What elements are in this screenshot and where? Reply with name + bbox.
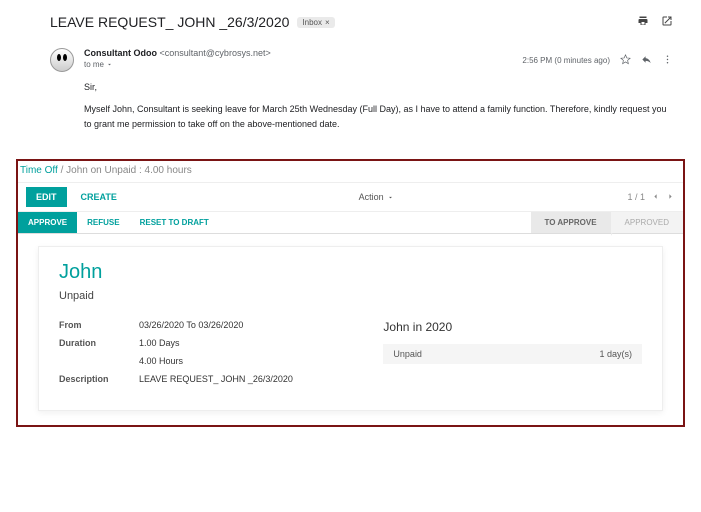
pager: 1 / 1: [627, 192, 675, 203]
reset-draft-button[interactable]: RESET TO DRAFT: [130, 212, 219, 233]
refuse-button[interactable]: REFUSE: [77, 212, 129, 233]
status-steps: TO APPROVE APPROVED: [531, 212, 683, 233]
message-header: Consultant Odoo <consultant@cybrosys.net…: [50, 48, 673, 72]
employee-name: John: [59, 261, 642, 284]
subject-line: LEAVE REQUEST_ JOHN _26/3/2020 Inbox ×: [50, 14, 335, 30]
field-duration: Duration 1.00 Days: [59, 338, 343, 348]
field-from: From 03/26/2020 To 03/26/2020: [59, 320, 343, 330]
status-to-approve[interactable]: TO APPROVE: [531, 212, 611, 233]
control-bar-left: EDIT CREATE: [26, 187, 125, 207]
summary-row: Unpaid 1 day(s): [383, 344, 642, 364]
pager-next-icon[interactable]: [666, 192, 675, 203]
status-approved[interactable]: APPROVED: [611, 212, 683, 233]
sender-name: Consultant Odoo: [84, 48, 157, 58]
from-value: 03/26/2020 To 03/26/2020: [139, 320, 243, 330]
pager-text: 1 / 1: [627, 192, 645, 202]
sender-address: <consultant@cybrosys.net>: [160, 48, 271, 58]
action-menu-label: Action: [359, 192, 384, 202]
chevron-down-icon: [387, 194, 394, 201]
breadcrumb-app[interactable]: Time Off: [20, 165, 58, 176]
recipient-line[interactable]: to me: [84, 60, 512, 69]
form-left-column: From 03/26/2020 To 03/26/2020 Duration 1…: [59, 320, 343, 392]
summary-title: John in 2020: [383, 320, 642, 334]
email-body-text: Myself John, Consultant is seeking leave…: [84, 102, 673, 131]
description-label: Description: [59, 374, 139, 384]
duration-hours: 4.00 Hours: [139, 356, 183, 366]
inbox-label-text: Inbox: [302, 18, 322, 27]
summary-days: 1 day(s): [599, 349, 632, 359]
form-grid: From 03/26/2020 To 03/26/2020 Duration 1…: [59, 320, 642, 392]
avatar[interactable]: [50, 48, 74, 72]
duration-hours-label: [59, 356, 139, 366]
duration-days: 1.00 Days: [139, 338, 180, 348]
edit-button[interactable]: EDIT: [26, 187, 67, 207]
inbox-label-chip[interactable]: Inbox ×: [297, 17, 334, 28]
email-greeting: Sir,: [84, 80, 673, 94]
control-bar: EDIT CREATE Action 1 / 1: [18, 183, 683, 211]
pager-prev-icon[interactable]: [651, 192, 660, 203]
email-toolbar: [637, 15, 673, 30]
open-new-window-icon[interactable]: [661, 15, 673, 30]
message-time: 2:56 PM (0 minutes ago): [522, 56, 610, 65]
remove-label-icon[interactable]: ×: [325, 18, 330, 27]
print-icon[interactable]: [637, 15, 649, 30]
create-button[interactable]: CREATE: [73, 188, 125, 206]
email-subject: LEAVE REQUEST_ JOHN _26/3/2020: [50, 14, 289, 30]
message-meta: Consultant Odoo <consultant@cybrosys.net…: [84, 48, 512, 72]
more-icon[interactable]: [662, 54, 673, 67]
email-header: LEAVE REQUEST_ JOHN _26/3/2020 Inbox ×: [50, 14, 673, 30]
duration-label: Duration: [59, 338, 139, 348]
chevron-down-icon: [106, 61, 113, 68]
form-card: John Unpaid From 03/26/2020 To 03/26/202…: [38, 246, 663, 411]
email-body: Sir, Myself John, Consultant is seeking …: [84, 80, 673, 131]
breadcrumb-sep: /: [58, 165, 66, 176]
workflow-buttons: APPROVE REFUSE RESET TO DRAFT: [18, 212, 219, 233]
email-view: LEAVE REQUEST_ JOHN _26/3/2020 Inbox × C…: [0, 0, 701, 149]
breadcrumb: Time Off / John on Unpaid : 4.00 hours: [18, 161, 683, 183]
action-menu[interactable]: Action: [359, 192, 394, 202]
summary-type: Unpaid: [393, 349, 422, 359]
sender-line[interactable]: Consultant Odoo <consultant@cybrosys.net…: [84, 48, 512, 58]
approve-button[interactable]: APPROVE: [18, 212, 77, 233]
message-actions: 2:56 PM (0 minutes ago): [522, 48, 673, 72]
description-value: LEAVE REQUEST_ JOHN _26/3/2020: [139, 374, 293, 384]
breadcrumb-record: John on Unpaid : 4.00 hours: [66, 165, 192, 176]
star-icon[interactable]: [620, 54, 631, 67]
form-right-column: John in 2020 Unpaid 1 day(s): [383, 320, 642, 392]
leave-type: Unpaid: [59, 290, 642, 302]
field-description: Description LEAVE REQUEST_ JOHN _26/3/20…: [59, 374, 343, 384]
from-label: From: [59, 320, 139, 330]
recipient-text: to me: [84, 60, 104, 69]
odoo-form-panel: Time Off / John on Unpaid : 4.00 hours E…: [16, 159, 685, 427]
reply-icon[interactable]: [641, 54, 652, 67]
status-bar: APPROVE REFUSE RESET TO DRAFT TO APPROVE…: [18, 211, 683, 234]
field-duration-hours: 4.00 Hours: [59, 356, 343, 366]
